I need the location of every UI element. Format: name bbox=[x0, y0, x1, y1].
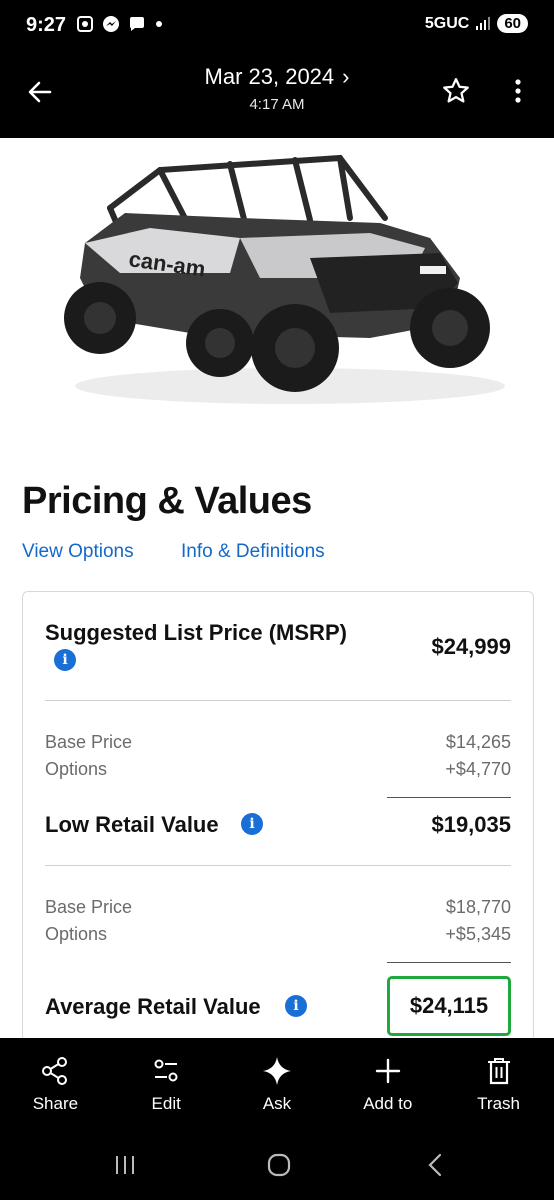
low-options-label: Options bbox=[45, 759, 108, 779]
sum-line bbox=[387, 797, 511, 798]
avg-options-label: Options bbox=[45, 924, 108, 944]
viewer-header: Mar 23, 2024 › 4:17 AM bbox=[0, 54, 554, 136]
chat-icon bbox=[130, 17, 144, 31]
low-base-price-label: Base Price bbox=[45, 732, 133, 752]
home-button[interactable] bbox=[259, 1148, 299, 1182]
avg-base-price-label: Base Price bbox=[45, 897, 133, 917]
edit-button[interactable]: Edit bbox=[111, 1038, 222, 1130]
share-icon bbox=[42, 1057, 68, 1085]
action-bar: Share Edit Ask Add to Trash bbox=[0, 1038, 554, 1130]
avg-base-price-value: $18,770 bbox=[445, 897, 511, 917]
low-options-value: +$4,770 bbox=[445, 759, 511, 779]
divider bbox=[45, 865, 511, 866]
plus-icon bbox=[375, 1058, 400, 1084]
chevron-left-icon bbox=[428, 1153, 442, 1177]
notification-icons bbox=[76, 15, 164, 33]
more-options-button[interactable] bbox=[500, 73, 536, 109]
info-definitions-link[interactable]: Info & Definitions bbox=[181, 541, 325, 563]
recents-icon bbox=[116, 1156, 134, 1174]
avg-retail-label: Average Retail Value bbox=[45, 994, 261, 1019]
dot-icon bbox=[156, 21, 162, 27]
system-nav-bar bbox=[0, 1130, 554, 1200]
add-to-label: Add to bbox=[363, 1094, 413, 1113]
trash-button[interactable]: Trash bbox=[443, 1038, 554, 1130]
trash-icon bbox=[487, 1058, 510, 1085]
page-title: Pricing & Values bbox=[22, 480, 312, 522]
share-button[interactable]: Share bbox=[0, 1038, 111, 1130]
add-to-button[interactable]: Add to bbox=[332, 1038, 443, 1130]
star-icon bbox=[443, 78, 469, 103]
sparkle-icon bbox=[262, 1057, 291, 1085]
msrp-label: Suggested List Price (MSRP) bbox=[45, 620, 347, 645]
home-icon bbox=[267, 1153, 291, 1177]
low-retail-value: $19,035 bbox=[431, 812, 511, 837]
screenshot-icon bbox=[77, 16, 93, 32]
favorite-button[interactable] bbox=[438, 73, 474, 109]
avg-options-value: +$5,345 bbox=[445, 924, 511, 944]
ask-label: Ask bbox=[262, 1094, 292, 1113]
share-label: Share bbox=[32, 1094, 79, 1113]
view-options-link[interactable]: View Options bbox=[22, 541, 134, 563]
screenshot-content: can-am Pricing & Values View Options Inf… bbox=[0, 138, 554, 1038]
status-right: 5GUC 60 bbox=[425, 14, 528, 33]
edit-label: Edit bbox=[151, 1094, 181, 1113]
chevron-right-icon: › bbox=[342, 64, 350, 89]
trash-label: Trash bbox=[477, 1094, 520, 1113]
vehicle-image: can-am bbox=[64, 154, 505, 404]
low-base-price-value: $14,265 bbox=[445, 732, 511, 752]
signal-icon bbox=[476, 16, 491, 30]
pricing-card: Suggested List Price (MSRP) i $24,999 Ba… bbox=[22, 591, 534, 1038]
recent-apps-button[interactable] bbox=[105, 1148, 145, 1182]
low-retail-info-icon[interactable]: i bbox=[241, 813, 263, 835]
avg-retail-value: $24,115 bbox=[387, 976, 511, 1036]
low-retail-label: Low Retail Value bbox=[45, 812, 219, 837]
status-bar: 9:27 5GUC 60 bbox=[0, 0, 554, 54]
sum-line bbox=[387, 962, 511, 963]
battery-badge: 60 bbox=[497, 14, 528, 33]
divider bbox=[45, 700, 511, 701]
system-back-button[interactable] bbox=[415, 1148, 455, 1182]
photo-date: Mar 23, 2024 bbox=[204, 64, 335, 89]
ask-button[interactable]: Ask bbox=[222, 1038, 333, 1130]
avg-retail-info-icon[interactable]: i bbox=[285, 995, 307, 1017]
more-vert-icon bbox=[515, 79, 521, 103]
status-time: 9:27 bbox=[26, 14, 67, 36]
msrp-value: $24,999 bbox=[431, 634, 511, 659]
network-label: 5GUC bbox=[424, 14, 470, 32]
edit-icon bbox=[154, 1059, 178, 1082]
msrp-info-icon[interactable]: i bbox=[54, 649, 76, 671]
messenger-icon bbox=[103, 16, 119, 32]
